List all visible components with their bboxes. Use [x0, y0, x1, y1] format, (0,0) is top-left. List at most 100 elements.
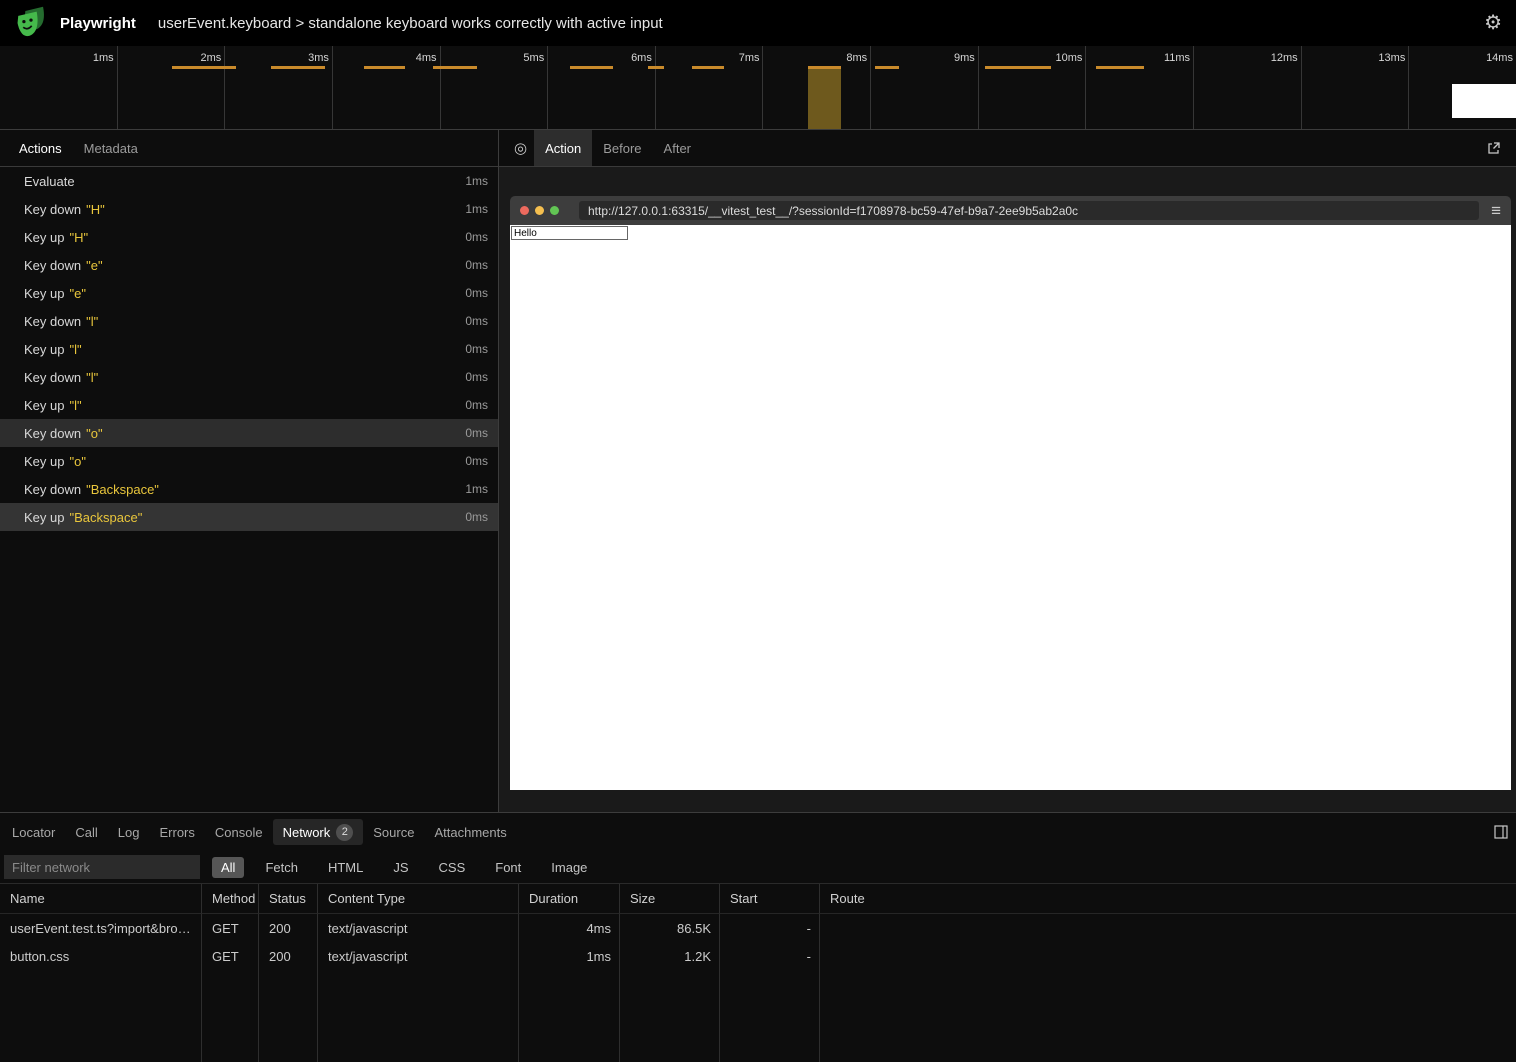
- timeline-tick: 7ms: [656, 46, 764, 129]
- action-row[interactable]: Key up"l"0ms: [0, 391, 498, 419]
- timeline-tick: 2ms: [118, 46, 226, 129]
- action-duration: 0ms: [465, 426, 488, 440]
- network-cell-duration[interactable]: 1ms: [519, 942, 620, 970]
- action-duration: 0ms: [465, 370, 488, 384]
- action-row[interactable]: Key up"o"0ms: [0, 447, 498, 475]
- filter-js[interactable]: JS: [384, 857, 417, 878]
- window-close-dot-icon: [520, 206, 529, 215]
- network-cell-method[interactable]: GET: [202, 914, 259, 942]
- network-cell-status[interactable]: 200: [259, 942, 318, 970]
- tab-action[interactable]: Action: [534, 130, 592, 166]
- action-row-selected[interactable]: Key up"Backspace"0ms: [0, 503, 498, 531]
- network-cell-start[interactable]: -: [720, 914, 820, 942]
- tab-label: Locator: [12, 825, 55, 840]
- timeline-tick: 5ms: [441, 46, 549, 129]
- timeline-action-bar: [271, 66, 325, 69]
- pick-locator-icon[interactable]: ◎: [507, 139, 534, 157]
- action-key: "e": [86, 258, 102, 273]
- action-duration: 0ms: [465, 342, 488, 356]
- tab-actions[interactable]: Actions: [8, 130, 73, 166]
- action-row[interactable]: Key down"e"0ms: [0, 251, 498, 279]
- network-cell-name[interactable]: button.css: [0, 942, 202, 970]
- timeline-tick: 3ms: [225, 46, 333, 129]
- column-header-start: Start: [720, 884, 820, 914]
- page-text-input[interactable]: [511, 226, 628, 240]
- tab-before[interactable]: Before: [592, 130, 652, 166]
- network-cell-name[interactable]: userEvent.test.ts?import&bro…: [0, 914, 202, 942]
- network-cell-duration[interactable]: 4ms: [519, 914, 620, 942]
- network-cell-status[interactable]: 200: [259, 914, 318, 942]
- action-row[interactable]: Key up"e"0ms: [0, 279, 498, 307]
- network-cell-size[interactable]: 1.2K: [620, 942, 720, 970]
- column-header-status: Status: [259, 884, 318, 914]
- table-filler: [318, 970, 519, 1062]
- tab-label: Source: [373, 825, 414, 840]
- action-key: "H": [86, 202, 105, 217]
- tab-errors[interactable]: Errors: [149, 819, 204, 845]
- network-cell-content-type[interactable]: text/javascript: [318, 942, 519, 970]
- action-row[interactable]: Evaluate1ms: [0, 167, 498, 195]
- tab-console[interactable]: Console: [205, 819, 273, 845]
- network-cell-route[interactable]: [820, 942, 1516, 970]
- timeline-action-bar: [808, 66, 841, 69]
- network-filter-input[interactable]: [4, 855, 200, 879]
- tab-after[interactable]: After: [653, 130, 702, 166]
- action-duration: 1ms: [465, 482, 488, 496]
- tab-network[interactable]: Network2: [273, 819, 364, 845]
- tab-metadata[interactable]: Metadata: [73, 130, 149, 166]
- tab-source[interactable]: Source: [363, 819, 424, 845]
- action-label: Key down: [24, 482, 81, 497]
- settings-gear-icon[interactable]: ⚙: [1484, 13, 1502, 33]
- action-duration: 0ms: [465, 510, 488, 524]
- filter-all[interactable]: All: [212, 857, 244, 878]
- action-row[interactable]: Key down"Backspace"1ms: [0, 475, 498, 503]
- tab-label: Errors: [159, 825, 194, 840]
- action-label: Key up: [24, 286, 64, 301]
- action-row[interactable]: Key down"l"0ms: [0, 307, 498, 335]
- tab-log[interactable]: Log: [108, 819, 150, 845]
- browser-chrome: http://127.0.0.1:63315/__vitest_test__/?…: [510, 196, 1511, 225]
- filter-fetch[interactable]: Fetch: [256, 857, 307, 878]
- timeline-action-bar: [875, 66, 899, 69]
- timeline[interactable]: 1ms 2ms 3ms 4ms 5ms 6ms 7ms 8ms 9ms 10ms…: [0, 46, 1516, 130]
- action-row[interactable]: Key down"H"1ms: [0, 195, 498, 223]
- filter-image[interactable]: Image: [542, 857, 596, 878]
- tab-call[interactable]: Call: [65, 819, 107, 845]
- action-key: "l": [86, 314, 98, 329]
- action-label: Key up: [24, 510, 64, 525]
- network-cell-size[interactable]: 86.5K: [620, 914, 720, 942]
- table-filler: [202, 970, 259, 1062]
- action-label: Evaluate: [24, 174, 75, 189]
- action-key: "o": [69, 454, 85, 469]
- network-count-badge: 2: [336, 824, 353, 841]
- action-label: Key up: [24, 342, 64, 357]
- timeline-tick: 12ms: [1194, 46, 1302, 129]
- test-title: userEvent.keyboard > standalone keyboard…: [158, 15, 663, 32]
- open-external-icon[interactable]: [1480, 141, 1508, 155]
- timeline-tick: 6ms: [548, 46, 656, 129]
- timeline-action-bar: [985, 66, 1051, 69]
- filter-css[interactable]: CSS: [430, 857, 475, 878]
- action-row[interactable]: Key down"l"0ms: [0, 363, 498, 391]
- action-row-highlighted[interactable]: Key down"o"0ms: [0, 419, 498, 447]
- tab-label: Log: [118, 825, 140, 840]
- filter-font[interactable]: Font: [486, 857, 530, 878]
- network-cell-route[interactable]: [820, 914, 1516, 942]
- bottom-tabbar: Locator Call Log Errors Console Network2…: [0, 813, 1516, 851]
- filter-html[interactable]: HTML: [319, 857, 372, 878]
- action-row[interactable]: Key up"l"0ms: [0, 335, 498, 363]
- action-row[interactable]: Key up"H"0ms: [0, 223, 498, 251]
- timeline-selected-range: [808, 69, 841, 129]
- network-cell-start[interactable]: -: [720, 942, 820, 970]
- network-cell-method[interactable]: GET: [202, 942, 259, 970]
- actions-panel: Actions Metadata Evaluate1ms Key down"H"…: [0, 130, 499, 812]
- action-duration: 0ms: [465, 258, 488, 272]
- actions-tabbar: Actions Metadata: [0, 130, 498, 167]
- tab-locator[interactable]: Locator: [2, 819, 65, 845]
- app-title: Playwright: [60, 15, 136, 32]
- panel-layout-toggle-icon[interactable]: [1494, 825, 1508, 839]
- tab-attachments[interactable]: Attachments: [424, 819, 516, 845]
- timeline-film-preview: [1452, 84, 1516, 118]
- network-cell-content-type[interactable]: text/javascript: [318, 914, 519, 942]
- window-minimize-dot-icon: [535, 206, 544, 215]
